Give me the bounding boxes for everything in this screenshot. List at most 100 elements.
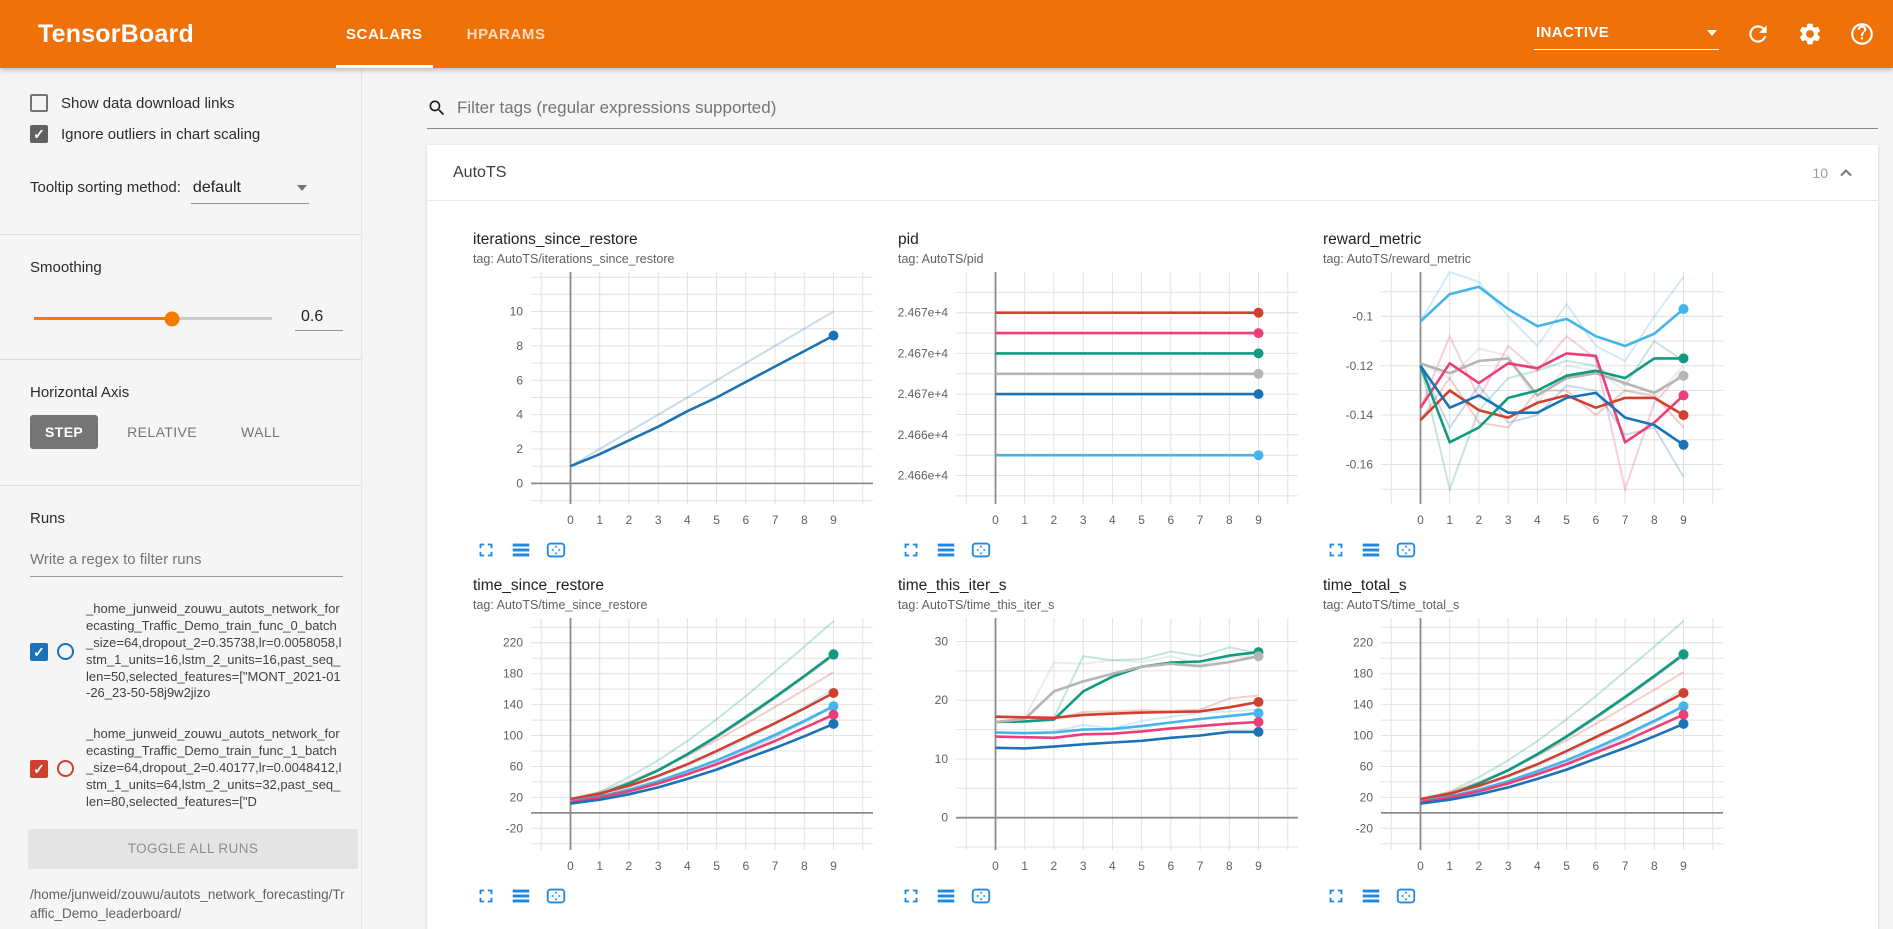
fit-domain-icon[interactable] [545, 885, 567, 907]
run-data-table-icon[interactable] [1360, 885, 1382, 907]
run-name: _home_junweid_zouwu_autots_network_forec… [86, 726, 343, 810]
svg-text:7: 7 [772, 859, 779, 873]
fit-domain-icon[interactable] [545, 539, 567, 561]
svg-text:2: 2 [1051, 859, 1058, 873]
expand-chart-icon[interactable] [475, 539, 497, 561]
settings-gear-icon[interactable] [1797, 21, 1823, 47]
smoothing-label: Smoothing [30, 259, 343, 276]
slider-thumb[interactable] [165, 311, 180, 326]
fit-domain-icon[interactable] [970, 539, 992, 561]
ignore-outliers-checkbox[interactable]: Ignore outliers in chart scaling [30, 125, 343, 143]
chart-title: time_total_s [1323, 577, 1748, 595]
axis-step-button[interactable]: STEP [30, 415, 98, 449]
chart-toolbar [473, 885, 898, 907]
run-name: _home_junweid_zouwu_autots_network_forec… [86, 601, 343, 702]
expand-chart-icon[interactable] [1325, 539, 1347, 561]
svg-text:2: 2 [1051, 513, 1058, 527]
svg-text:0: 0 [992, 513, 999, 527]
chart-title: time_this_iter_s [898, 577, 1323, 595]
run-data-table-icon[interactable] [510, 539, 532, 561]
svg-text:100: 100 [1353, 729, 1373, 743]
chart-plot[interactable]: 2201801401006020-200123456789 [1323, 612, 1733, 878]
run-data-table-icon[interactable] [510, 885, 532, 907]
axis-relative-button[interactable]: RELATIVE [112, 415, 212, 449]
chevron-up-icon[interactable] [1836, 163, 1856, 183]
run-checkbox[interactable] [30, 643, 48, 661]
checkbox-icon[interactable] [30, 94, 48, 112]
fit-domain-icon[interactable] [1395, 885, 1417, 907]
app-title: TensorBoard [38, 20, 194, 49]
chart-plot[interactable]: 2.467e+42.467e+42.467e+42.466e+42.466e+4… [898, 266, 1308, 532]
svg-text:8: 8 [1651, 513, 1658, 527]
svg-text:1: 1 [1021, 513, 1028, 527]
run-radio[interactable] [57, 643, 74, 660]
svg-text:-0.1: -0.1 [1352, 309, 1373, 323]
svg-text:4: 4 [684, 859, 691, 873]
chart-toolbar [898, 539, 1323, 561]
svg-text:20: 20 [1360, 790, 1374, 804]
axis-wall-button[interactable]: WALL [226, 415, 295, 449]
section-chart-count: 10 [1812, 165, 1828, 181]
refresh-icon[interactable] [1745, 21, 1771, 47]
chart-plot[interactable]: -0.1-0.12-0.14-0.160123456789 [1323, 266, 1733, 532]
svg-text:3: 3 [655, 859, 662, 873]
expand-chart-icon[interactable] [475, 885, 497, 907]
expand-chart-icon[interactable] [900, 539, 922, 561]
section-header[interactable]: AutoTS 10 [427, 145, 1878, 201]
svg-text:6: 6 [742, 859, 749, 873]
tab-hparams[interactable]: HPARAMS [445, 0, 568, 68]
run-data-table-icon[interactable] [935, 539, 957, 561]
help-icon[interactable] [1849, 21, 1875, 47]
chart-plot[interactable]: 30201000123456789 [898, 612, 1308, 878]
tab-scalars[interactable]: SCALARS [324, 0, 445, 68]
svg-text:7: 7 [1622, 859, 1629, 873]
status-value: INACTIVE [1536, 24, 1609, 41]
svg-text:-20: -20 [506, 821, 524, 835]
smoothing-slider[interactable] [34, 317, 272, 320]
svg-text:1: 1 [596, 859, 603, 873]
fit-domain-icon[interactable] [970, 885, 992, 907]
svg-text:4: 4 [684, 513, 691, 527]
chart-cell: time_since_restoretag: AutoTS/time_since… [473, 577, 898, 907]
runs-label: Runs [30, 510, 343, 527]
svg-text:4: 4 [1534, 859, 1541, 873]
svg-text:220: 220 [1353, 636, 1373, 650]
svg-text:7: 7 [772, 513, 779, 527]
run-data-table-icon[interactable] [1360, 539, 1382, 561]
expand-chart-icon[interactable] [900, 885, 922, 907]
svg-text:220: 220 [503, 636, 523, 650]
divider [0, 485, 361, 486]
chart-plot[interactable]: 2201801401006020-200123456789 [473, 612, 883, 878]
svg-text:-20: -20 [1356, 821, 1374, 835]
show-download-links-checkbox[interactable]: Show data download links [30, 94, 343, 112]
smoothing-value[interactable]: 0.6 [295, 306, 343, 331]
svg-text:9: 9 [1255, 513, 1262, 527]
chart-tag: tag: AutoTS/time_since_restore [473, 598, 898, 612]
tooltip-sorting-dropdown[interactable]: default [191, 177, 309, 204]
checkbox-icon[interactable] [30, 125, 48, 143]
section-title: AutoTS [453, 164, 506, 182]
svg-text:7: 7 [1197, 859, 1204, 873]
run-checkbox[interactable] [30, 760, 48, 778]
svg-text:6: 6 [742, 513, 749, 527]
toggle-all-runs-button[interactable]: TOGGLE ALL RUNS [28, 829, 358, 869]
run-data-table-icon[interactable] [935, 885, 957, 907]
main-content: Filter tags (regular expressions support… [362, 68, 1893, 929]
svg-text:100: 100 [503, 729, 523, 743]
status-dropdown[interactable]: INACTIVE [1534, 18, 1719, 50]
svg-text:0: 0 [567, 513, 574, 527]
chevron-down-icon [1707, 30, 1717, 36]
svg-text:2.466e+4: 2.466e+4 [898, 469, 948, 483]
svg-text:-0.16: -0.16 [1346, 458, 1374, 472]
run-filter-input[interactable]: Write a regex to filter runs [30, 547, 343, 577]
chart-cell: time_this_iter_stag: AutoTS/time_this_it… [898, 577, 1323, 907]
expand-chart-icon[interactable] [1325, 885, 1347, 907]
fit-domain-icon[interactable] [1395, 539, 1417, 561]
svg-text:5: 5 [1138, 513, 1145, 527]
run-radio[interactable] [57, 760, 74, 777]
svg-text:9: 9 [1680, 513, 1687, 527]
svg-text:0: 0 [1417, 859, 1424, 873]
tag-filter[interactable]: Filter tags (regular expressions support… [427, 98, 1878, 129]
svg-text:8: 8 [1226, 513, 1233, 527]
chart-plot[interactable]: 10864200123456789 [473, 266, 883, 532]
